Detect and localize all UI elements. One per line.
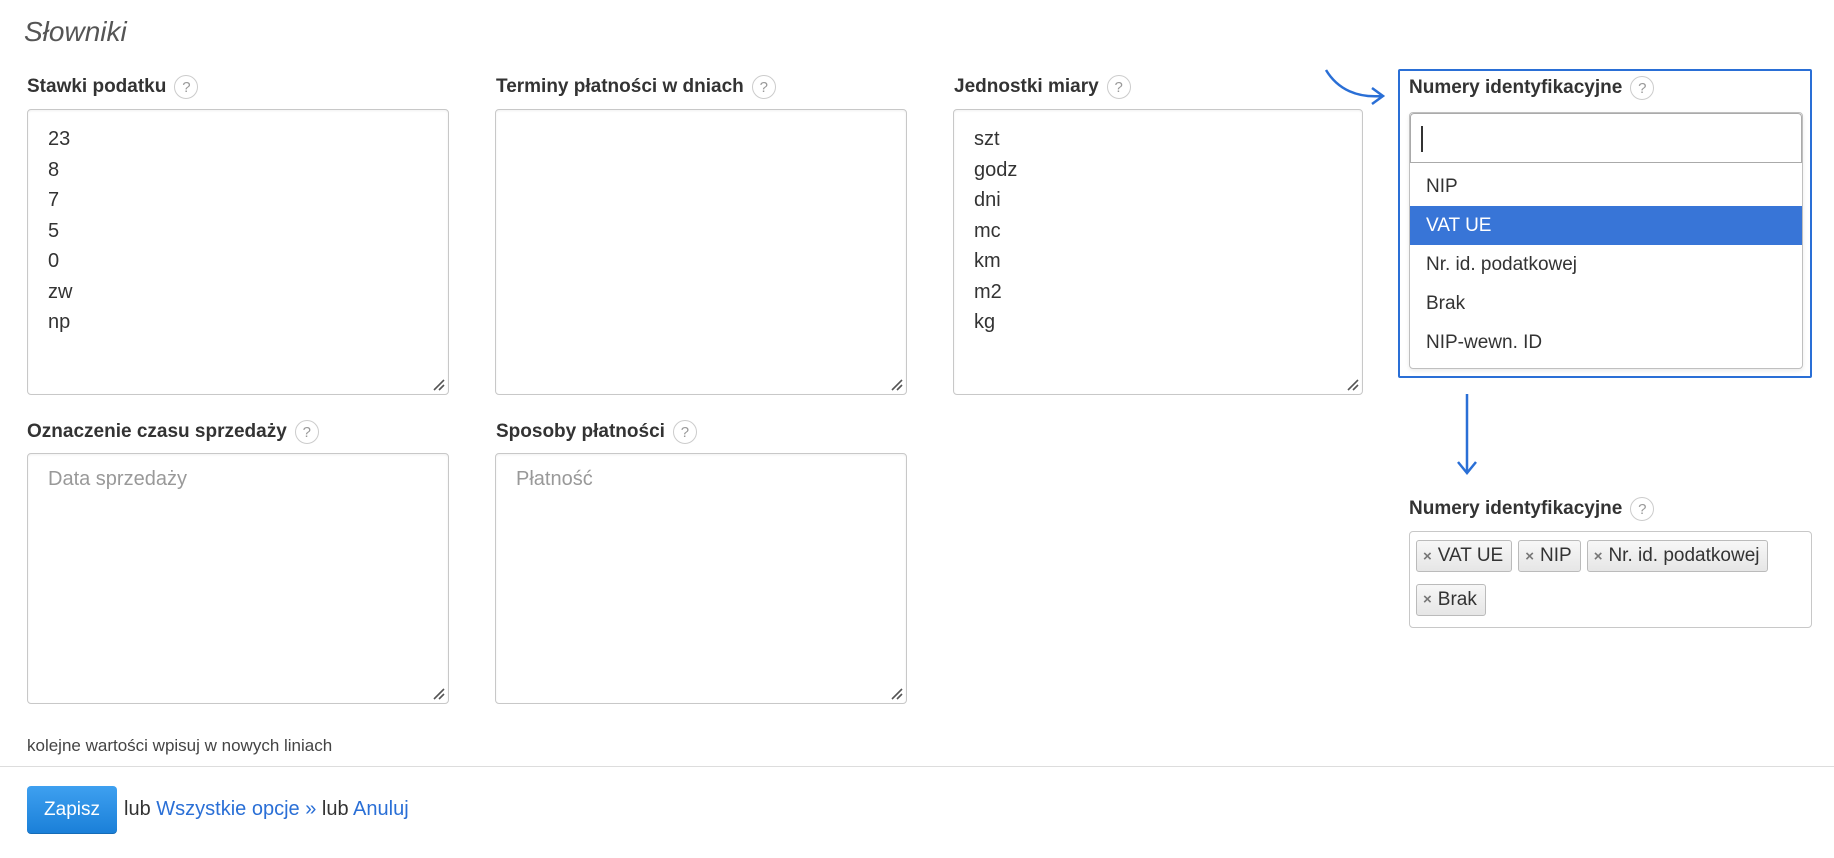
tag-brak: × Brak xyxy=(1416,583,1486,616)
textarea-line: np xyxy=(48,311,71,333)
tag-label: Nr. id. podatkowej xyxy=(1608,545,1760,566)
units-textarea[interactable]: szt godz dni mc km m2 kg xyxy=(953,109,1363,395)
help-icon[interactable]: ? xyxy=(751,75,776,99)
text-cursor xyxy=(1421,126,1423,152)
hint-text: kolejne wartości wpisuj w nowych liniach xyxy=(27,736,333,755)
units-label: Jednostki miary ? xyxy=(954,75,1131,99)
footer-or-text: lub xyxy=(124,798,151,820)
help-icon[interactable]: ? xyxy=(294,420,319,444)
dropdown-option-brak[interactable]: Brak xyxy=(1410,284,1802,323)
tag-label: NIP xyxy=(1540,545,1572,566)
dropdown-option-nip[interactable]: NIP xyxy=(1410,167,1802,206)
help-icon[interactable]: ? xyxy=(1630,497,1655,521)
remove-tag-icon[interactable]: × xyxy=(1423,591,1432,608)
textarea-line: 5 xyxy=(48,219,60,242)
id-numbers-selected-label-text: Numery identyfikacyjne xyxy=(1409,498,1623,519)
tag-vat-ue: × VAT UE xyxy=(1416,540,1513,572)
textarea-line: godz xyxy=(974,158,1018,181)
sale-date-label-text: Oznaczenie czasu sprzedaży xyxy=(27,421,287,442)
payment-methods-textarea[interactable]: Płatność xyxy=(495,453,907,704)
cancel-link[interactable]: Anuluj xyxy=(353,798,409,820)
id-numbers-options: NIP VAT UE Nr. id. podatkowej Brak NIP-w… xyxy=(1410,163,1802,362)
help-icon[interactable]: ? xyxy=(672,420,697,444)
help-icon[interactable]: ? xyxy=(1106,75,1131,99)
payment-methods-placeholder: Płatność xyxy=(516,468,593,490)
textarea-line: 7 xyxy=(48,189,60,211)
textarea-line: dni xyxy=(974,189,1001,211)
resize-grip-icon[interactable] xyxy=(889,686,903,700)
tag-nr-id-podatkowej: × Nr. id. podatkowej xyxy=(1586,540,1769,572)
sale-date-label: Oznaczenie czasu sprzedaży ? xyxy=(27,420,319,444)
units-label-text: Jednostki miary xyxy=(954,76,1099,97)
payment-terms-label: Terminy płatności w dniach ? xyxy=(496,75,776,99)
textarea-line: m2 xyxy=(974,280,1002,303)
textarea-line: 0 xyxy=(48,250,60,272)
tag-nip: × NIP xyxy=(1518,540,1581,572)
resize-grip-icon[interactable] xyxy=(431,686,445,700)
save-button[interactable]: Zapisz xyxy=(27,786,117,834)
footer-actions: lub Wszystkie opcje » lub Anuluj xyxy=(124,798,409,821)
id-numbers-label-text: Numery identyfikacyjne xyxy=(1409,77,1623,98)
textarea-line: 8 xyxy=(48,158,60,181)
tag-label: Brak xyxy=(1437,588,1477,610)
textarea-line: zw xyxy=(48,280,73,303)
tag-label: VAT UE xyxy=(1437,545,1504,566)
id-numbers-search-input[interactable] xyxy=(1410,113,1802,163)
curved-arrow-icon xyxy=(1324,69,1386,106)
id-numbers-selected-label: Numery identyfikacyjne ? xyxy=(1409,497,1655,521)
textarea-line: km xyxy=(974,250,1001,272)
remove-tag-icon[interactable]: × xyxy=(1423,548,1432,565)
payment-methods-label: Sposoby płatności ? xyxy=(496,420,697,444)
all-options-link[interactable]: Wszystkie opcje » xyxy=(156,798,316,820)
units-lines: szt godz dni mc km m2 kg xyxy=(974,124,1017,338)
textarea-line: 23 xyxy=(48,128,71,150)
remove-tag-icon[interactable]: × xyxy=(1525,548,1534,565)
textarea-line: kg xyxy=(974,311,996,333)
help-icon[interactable]: ? xyxy=(1630,76,1655,100)
dropdown-option-nr-id-podatkowej[interactable]: Nr. id. podatkowej xyxy=(1410,245,1802,284)
page-title: Słowniki xyxy=(24,16,127,47)
dropdown-option-nip-wewn-id[interactable]: NIP-wewn. ID xyxy=(1410,323,1802,362)
resize-grip-icon[interactable] xyxy=(431,377,445,391)
resize-grip-icon[interactable] xyxy=(1345,377,1359,391)
sale-date-textarea[interactable]: Data sprzedaży xyxy=(27,453,449,704)
remove-tag-icon[interactable]: × xyxy=(1594,548,1603,565)
id-numbers-tag-box[interactable]: × VAT UE × NIP × Nr. id. podatkowej × Br… xyxy=(1409,531,1812,628)
dropdown-option-vat-ue[interactable]: VAT UE xyxy=(1410,206,1802,245)
tax-rates-lines: 23 8 7 5 0 zw np xyxy=(48,124,72,338)
id-numbers-label: Numery identyfikacyjne ? xyxy=(1409,76,1655,100)
tax-rates-textarea[interactable]: 23 8 7 5 0 zw np xyxy=(27,109,449,395)
footer-divider xyxy=(0,766,1834,767)
help-icon[interactable]: ? xyxy=(174,75,199,99)
tax-rates-label-text: Stawki podatku xyxy=(27,76,167,97)
payment-terms-textarea[interactable] xyxy=(495,109,907,395)
down-arrow-icon xyxy=(1457,394,1477,475)
sale-date-placeholder: Data sprzedaży xyxy=(48,468,187,490)
textarea-line: mc xyxy=(974,219,1001,242)
id-numbers-dropdown: NIP VAT UE Nr. id. podatkowej Brak NIP-w… xyxy=(1409,112,1803,369)
textarea-line: szt xyxy=(974,128,1000,150)
payment-terms-label-text: Terminy płatności w dniach xyxy=(496,76,744,97)
tax-rates-label: Stawki podatku ? xyxy=(27,75,199,99)
footer-or-text: lub xyxy=(321,798,349,820)
payment-methods-label-text: Sposoby płatności xyxy=(496,421,665,442)
resize-grip-icon[interactable] xyxy=(889,377,903,391)
